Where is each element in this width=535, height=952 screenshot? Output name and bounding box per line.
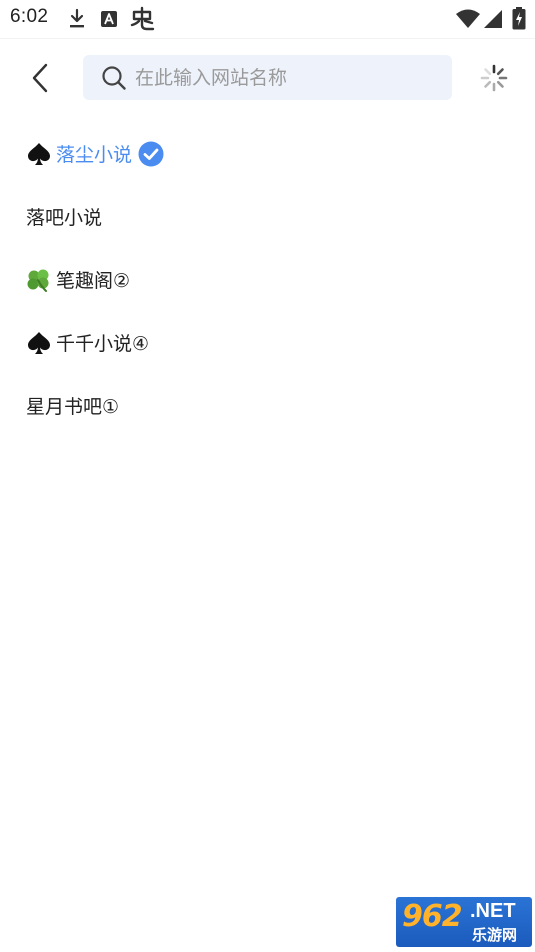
site-item-label: 笔趣阁②	[56, 270, 131, 292]
site-item-luochen[interactable]: 落尘小说	[0, 122, 535, 185]
search-box[interactable]	[83, 55, 452, 100]
site-item-biquge[interactable]: 笔趣阁②	[0, 248, 535, 311]
site-item-label: 千千小说④	[56, 333, 150, 355]
watermark-number: 962	[402, 899, 463, 934]
battery-icon	[512, 7, 526, 30]
search-input[interactable]	[135, 55, 435, 100]
back-button[interactable]	[26, 60, 56, 96]
check-circle-icon	[138, 141, 164, 166]
download-icon	[70, 8, 84, 28]
status-time: 6:02	[10, 6, 49, 27]
app-icon	[130, 6, 155, 31]
signal-icon	[484, 10, 502, 28]
a-icon	[101, 11, 117, 27]
site-item-xingyue[interactable]: 星月书吧①	[0, 374, 535, 437]
site-item-label: 落尘小说	[56, 144, 133, 166]
site-item-label: 星月书吧①	[26, 396, 120, 418]
site-item-luoba[interactable]: 落吧小说	[0, 185, 535, 248]
site-list: 落尘小说 落吧小说 笔趣阁② 千千小说④ 星月书吧①	[0, 122, 535, 437]
spade-icon	[28, 142, 50, 165]
site-item-label: 落吧小说	[26, 207, 103, 229]
watermark-suffix: .NET	[470, 900, 516, 922]
chevron-left-icon	[32, 63, 48, 93]
watermark-cn: 乐游网	[472, 926, 518, 944]
watermark-logo: 962 .NET 乐游网	[396, 897, 532, 947]
status-divider	[0, 38, 535, 39]
spade-icon	[28, 331, 50, 354]
site-item-qianqian[interactable]: 千千小说④	[0, 311, 535, 374]
status-bar: 6:02	[0, 0, 535, 38]
clover-icon	[27, 269, 49, 292]
search-icon	[102, 66, 126, 90]
spinner-icon[interactable]	[480, 64, 508, 92]
wifi-icon	[456, 9, 480, 28]
